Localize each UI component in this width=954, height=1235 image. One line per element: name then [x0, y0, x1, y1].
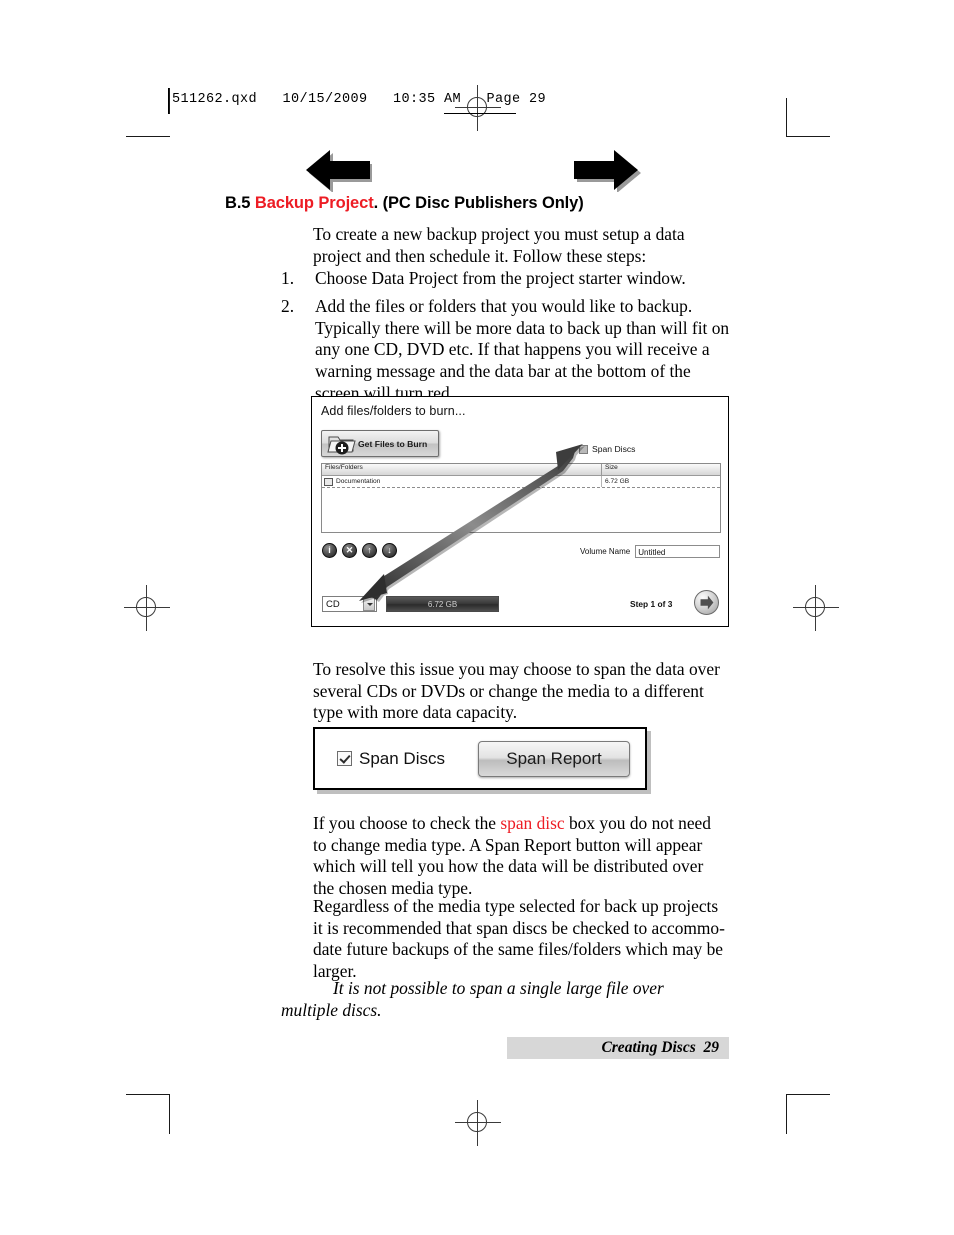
check-paragraph: If you choose to check the span disc box…	[313, 813, 715, 899]
step-text: Add the files or folders that you would …	[315, 295, 730, 403]
table-row[interactable]: Documentation 6.72 GB	[322, 476, 720, 488]
chevron-down-icon[interactable]	[363, 597, 375, 611]
column-header-files: Files/Folders	[322, 464, 602, 475]
intro-paragraph: To create a new backup project you must …	[313, 224, 685, 266]
footer-label: Creating Discs 29	[601, 1039, 719, 1056]
crop-mark-bottom-left-v	[169, 1094, 170, 1134]
crop-mark-bottom-right	[786, 1094, 830, 1095]
step-indicator: Step 1 of 3	[630, 599, 673, 609]
column-header-size: Size	[605, 464, 618, 471]
arrow-up-icon: ↑	[367, 545, 372, 555]
section-number: B.5	[225, 194, 255, 212]
check-text-before: If you choose to check the	[313, 813, 501, 833]
span-discs-figure: Span Discs Span Report	[313, 727, 647, 790]
move-up-button[interactable]: ↑	[362, 543, 377, 558]
crop-mark-top-left-v	[169, 88, 170, 114]
add-files-dialog-figure: Add files/folders to burn... Get Files t…	[311, 396, 729, 627]
file-size-cell: 6.72 GB	[605, 478, 630, 485]
registration-mark-left	[124, 585, 170, 631]
media-type-dropdown[interactable]: CD	[322, 596, 377, 612]
crop-mark-bottom-right-v	[786, 1094, 787, 1134]
span-disc-accent: span disc	[500, 813, 565, 833]
volume-name-label: Volume Name	[580, 547, 631, 556]
dialog-title: Add files/folders to burn...	[321, 404, 466, 418]
crop-mark-top-right	[786, 136, 830, 137]
span-discs-checkbox-checked[interactable]	[337, 751, 352, 766]
page-title: B.5 Backup Project. (PC Disc Publishers …	[225, 194, 584, 213]
note-text: It is not possible to span a single larg…	[281, 978, 664, 1020]
page-slug: 511262.qxd 10/15/2009 10:35 AM Page 29	[172, 92, 547, 107]
get-files-to-burn-label: Get Files to Burn	[358, 439, 428, 449]
volume-name-row: Volume Name Untitled	[580, 545, 721, 558]
registration-mark-right	[793, 585, 839, 631]
get-files-to-burn-button[interactable]: Get Files to Burn	[321, 430, 439, 457]
list-item: 2. Add the files or folders that you wou…	[281, 296, 733, 405]
volume-name-input[interactable]: Untitled	[635, 545, 721, 558]
capacity-data-bar: 6.72 GB	[386, 596, 499, 612]
step-number: 2.	[281, 295, 295, 316]
files-table: Files/Folders Size Documentation 6.72 GB	[321, 463, 721, 533]
slug-rule	[168, 88, 169, 114]
item-action-buttons: i ✕ ↑ ↓	[322, 543, 397, 558]
span-discs-label: Span Discs	[592, 444, 636, 454]
footer-bar: Creating Discs 29	[507, 1037, 729, 1059]
slug-underline	[444, 113, 516, 114]
recommendation-paragraph: Regardless of the media type selected fo…	[313, 896, 725, 981]
info-button[interactable]: i	[322, 543, 337, 558]
steps-list: 1. Choose Data Project from the project …	[281, 268, 733, 411]
forward-arrow-icon[interactable]	[572, 146, 644, 192]
move-down-button[interactable]: ↓	[382, 543, 397, 558]
span-discs-label: Span Discs	[359, 748, 445, 768]
section-title-accent: Backup Project	[254, 194, 374, 212]
folder-add-icon	[327, 436, 356, 455]
back-arrow-icon[interactable]	[300, 146, 372, 192]
step-number: 1.	[281, 268, 295, 288]
crop-mark-top-right-v	[786, 98, 787, 136]
crop-mark-bottom-left	[126, 1094, 170, 1095]
note-paragraph: It is not possible to span a single larg…	[281, 978, 725, 1021]
navigation-arrows	[300, 146, 660, 194]
section-title-rest: . (PC Disc Publishers Only)	[373, 194, 584, 212]
span-discs-checkbox-row[interactable]: Span Discs	[579, 444, 635, 454]
delete-button[interactable]: ✕	[342, 543, 357, 558]
step-text: Choose Data Project from the project sta…	[315, 268, 686, 288]
media-type-value: CD	[326, 598, 340, 610]
file-name-cell: Documentation	[336, 478, 381, 485]
arrow-right-icon	[700, 595, 714, 610]
registration-mark-bottom	[455, 1100, 501, 1146]
info-icon: i	[328, 545, 331, 555]
span-discs-checkbox[interactable]	[579, 444, 588, 454]
table-header-row: Files/Folders Size	[322, 464, 720, 476]
close-icon: ✕	[345, 545, 354, 555]
crop-mark-top-left	[126, 136, 170, 137]
arrow-down-icon: ↓	[387, 545, 392, 555]
folder-icon	[324, 477, 333, 486]
resolve-paragraph: To resolve this issue you may choose to …	[313, 659, 720, 722]
span-report-button[interactable]: Span Report	[477, 740, 630, 777]
list-item: 1. Choose Data Project from the project …	[281, 268, 733, 290]
next-step-button[interactable]	[694, 590, 719, 615]
